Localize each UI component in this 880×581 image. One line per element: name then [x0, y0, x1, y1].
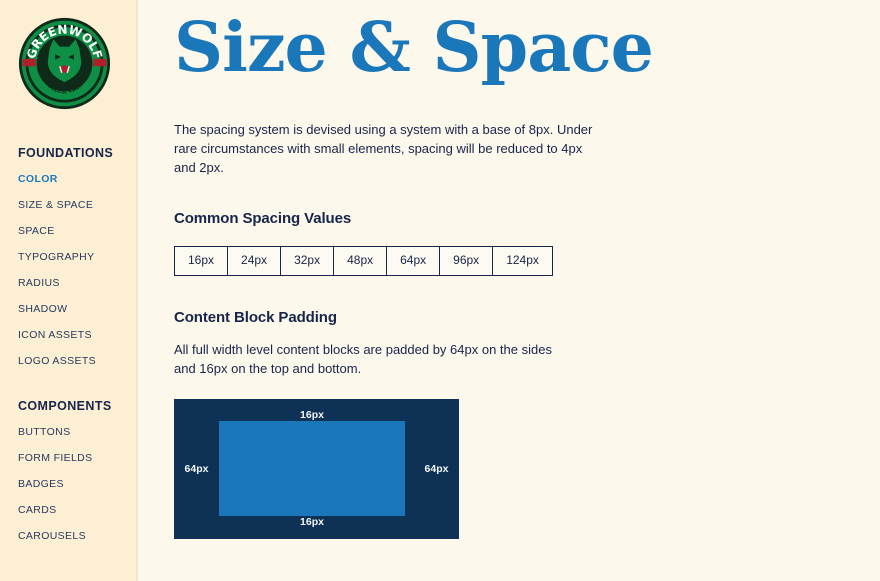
spacing-chip[interactable]: 96px — [440, 247, 494, 275]
sidebar-item-carousels[interactable]: CAROUSELS — [18, 531, 136, 543]
spacing-chip[interactable]: 32px — [281, 247, 335, 275]
sidebar-item-typography[interactable]: TYPOGRAPHY — [18, 252, 136, 264]
sidebar-item-color[interactable]: COLOR — [18, 173, 136, 186]
nav-section-title-components: COMPONENTS — [18, 398, 112, 413]
spacing-values-row: 16px 24px 32px 48px 64px 96px 124px — [174, 246, 553, 276]
sidebar-nav: FOUNDATIONS COLOR SIZE & SPACE SPACE TYP… — [0, 146, 136, 543]
logo-container[interactable]: GREENWOLF LOS ANGELES, CALIFORNIA — [0, 0, 136, 110]
greenwolf-logo-icon: GREENWOLF LOS ANGELES, CALIFORNIA — [16, 13, 111, 110]
padding-label-bottom: 16px — [300, 516, 324, 529]
nav-section-title-foundations: FOUNDATIONS — [18, 146, 114, 160]
design-system-page: GREENWOLF LOS ANGELES, CALIFORNIA FOUNDA… — [0, 0, 880, 581]
spacing-chip[interactable]: 64px — [387, 247, 441, 275]
sidebar-item-form-fields[interactable]: FORM FIELDS — [18, 452, 136, 465]
sidebar-item-badges[interactable]: BADGES — [18, 478, 136, 491]
spacing-chip[interactable]: 48px — [334, 247, 388, 275]
sidebar-item-logo-assets[interactable]: LOGO ASSETS — [18, 356, 136, 368]
padding-diagram: 16px 16px 64px 64px — [174, 398, 459, 539]
sidebar-item-cards[interactable]: CARDS — [18, 504, 136, 517]
sidebar-item-space[interactable]: SPACE — [18, 226, 136, 238]
padding-label-top: 16px — [300, 408, 324, 421]
common-spacing-values-heading: Common Spacing Values — [174, 210, 352, 228]
content-block-padding-body: All full width level content blocks are … — [174, 341, 552, 376]
padding-label-right: 64px — [424, 462, 449, 475]
sidebar-item-size-and-space[interactable]: SIZE & SPACE — [18, 199, 136, 212]
spacing-chip[interactable]: 24px — [228, 247, 282, 275]
sidebar: GREENWOLF LOS ANGELES, CALIFORNIA FOUNDA… — [0, 0, 138, 581]
spacing-chip[interactable]: 16px — [175, 247, 229, 275]
sidebar-item-radius[interactable]: RADIUS — [18, 278, 136, 290]
intro-paragraph: The spacing system is devised using a sy… — [174, 122, 593, 176]
sidebar-item-shadow[interactable]: SHADOW — [18, 304, 136, 316]
sidebar-item-buttons[interactable]: BUTTONS — [18, 426, 136, 439]
content-block-padding-heading: Content Block Padding — [174, 308, 337, 326]
padding-label-left: 64px — [184, 462, 209, 475]
page-title: Size & Space — [174, 8, 654, 88]
padding-diagram-inner-block — [219, 420, 405, 516]
greenwolf-logo: GREENWOLF LOS ANGELES, CALIFORNIA — [16, 13, 111, 110]
sidebar-item-icon-assets[interactable]: ICON ASSETS — [18, 330, 136, 342]
spacing-chip[interactable]: 124px — [493, 247, 552, 274]
main-content: Size & Space The spacing system is devis… — [138, 0, 880, 581]
